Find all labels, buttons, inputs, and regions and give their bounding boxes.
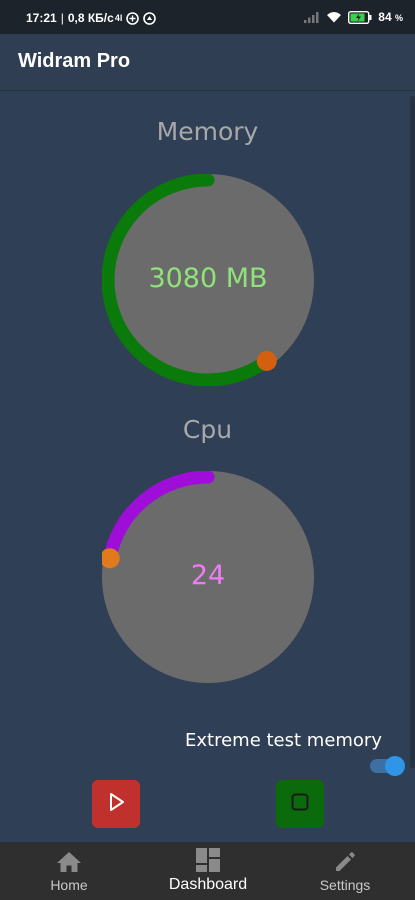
- nav-label-settings: Settings: [319, 877, 371, 893]
- nav-item-settings[interactable]: Settings: [303, 842, 387, 900]
- sync-icon: [143, 11, 157, 25]
- status-network-speed: 0,8 КБ/с: [67, 11, 114, 25]
- memory-gauge-knob[interactable]: [256, 350, 277, 371]
- toggle-thumb: [385, 756, 405, 776]
- nav-item-home[interactable]: Home: [28, 842, 110, 900]
- status-carrier-badge: 4l: [114, 13, 123, 23]
- stop-button[interactable]: [276, 780, 324, 828]
- nav-item-dashboard[interactable]: Dashboard: [158, 842, 258, 900]
- battery-percent: 84 %: [378, 10, 403, 24]
- play-icon: [105, 791, 127, 818]
- extreme-test-toggle[interactable]: [370, 756, 408, 776]
- cpu-label: Cpu: [182, 415, 233, 444]
- wifi-icon: [326, 11, 342, 23]
- extreme-test-label: Extreme test memory: [185, 730, 382, 751]
- memory-gauge: 3080 MB: [101, 173, 314, 387]
- app-screen: 17:21 | 0,8 КБ/с 4l 84 % Widram Pro Memo…: [0, 0, 415, 900]
- status-bar: 17:21 | 0,8 КБ/с 4l 84 %: [0, 0, 415, 34]
- vpn-icon: [126, 11, 140, 25]
- start-button[interactable]: [92, 780, 140, 828]
- battery-icon: [348, 10, 372, 24]
- bottom-nav: Home Dashboard Settings: [0, 842, 415, 900]
- status-left: 17:21 | 0,8 КБ/с 4l: [26, 11, 157, 25]
- nav-label-home: Home: [50, 877, 88, 893]
- status-right: 84 %: [304, 10, 403, 24]
- memory-value: 3080 MB: [148, 263, 268, 294]
- cpu-gauge: 24: [99, 470, 314, 683]
- home-icon: [56, 851, 82, 878]
- cpu-value: 24: [190, 560, 226, 591]
- app-title: Widram Pro: [18, 50, 131, 72]
- dashboard-icon: [195, 847, 221, 878]
- status-separator: |: [60, 11, 64, 25]
- status-time: 17:21: [26, 11, 57, 25]
- app-bar: Widram Pro: [0, 34, 415, 91]
- pencil-icon: [333, 850, 357, 879]
- nav-label-dashboard: Dashboard: [168, 876, 248, 893]
- stop-icon: [289, 791, 311, 818]
- memory-label: Memory: [156, 117, 259, 146]
- signal-icon: [304, 11, 320, 23]
